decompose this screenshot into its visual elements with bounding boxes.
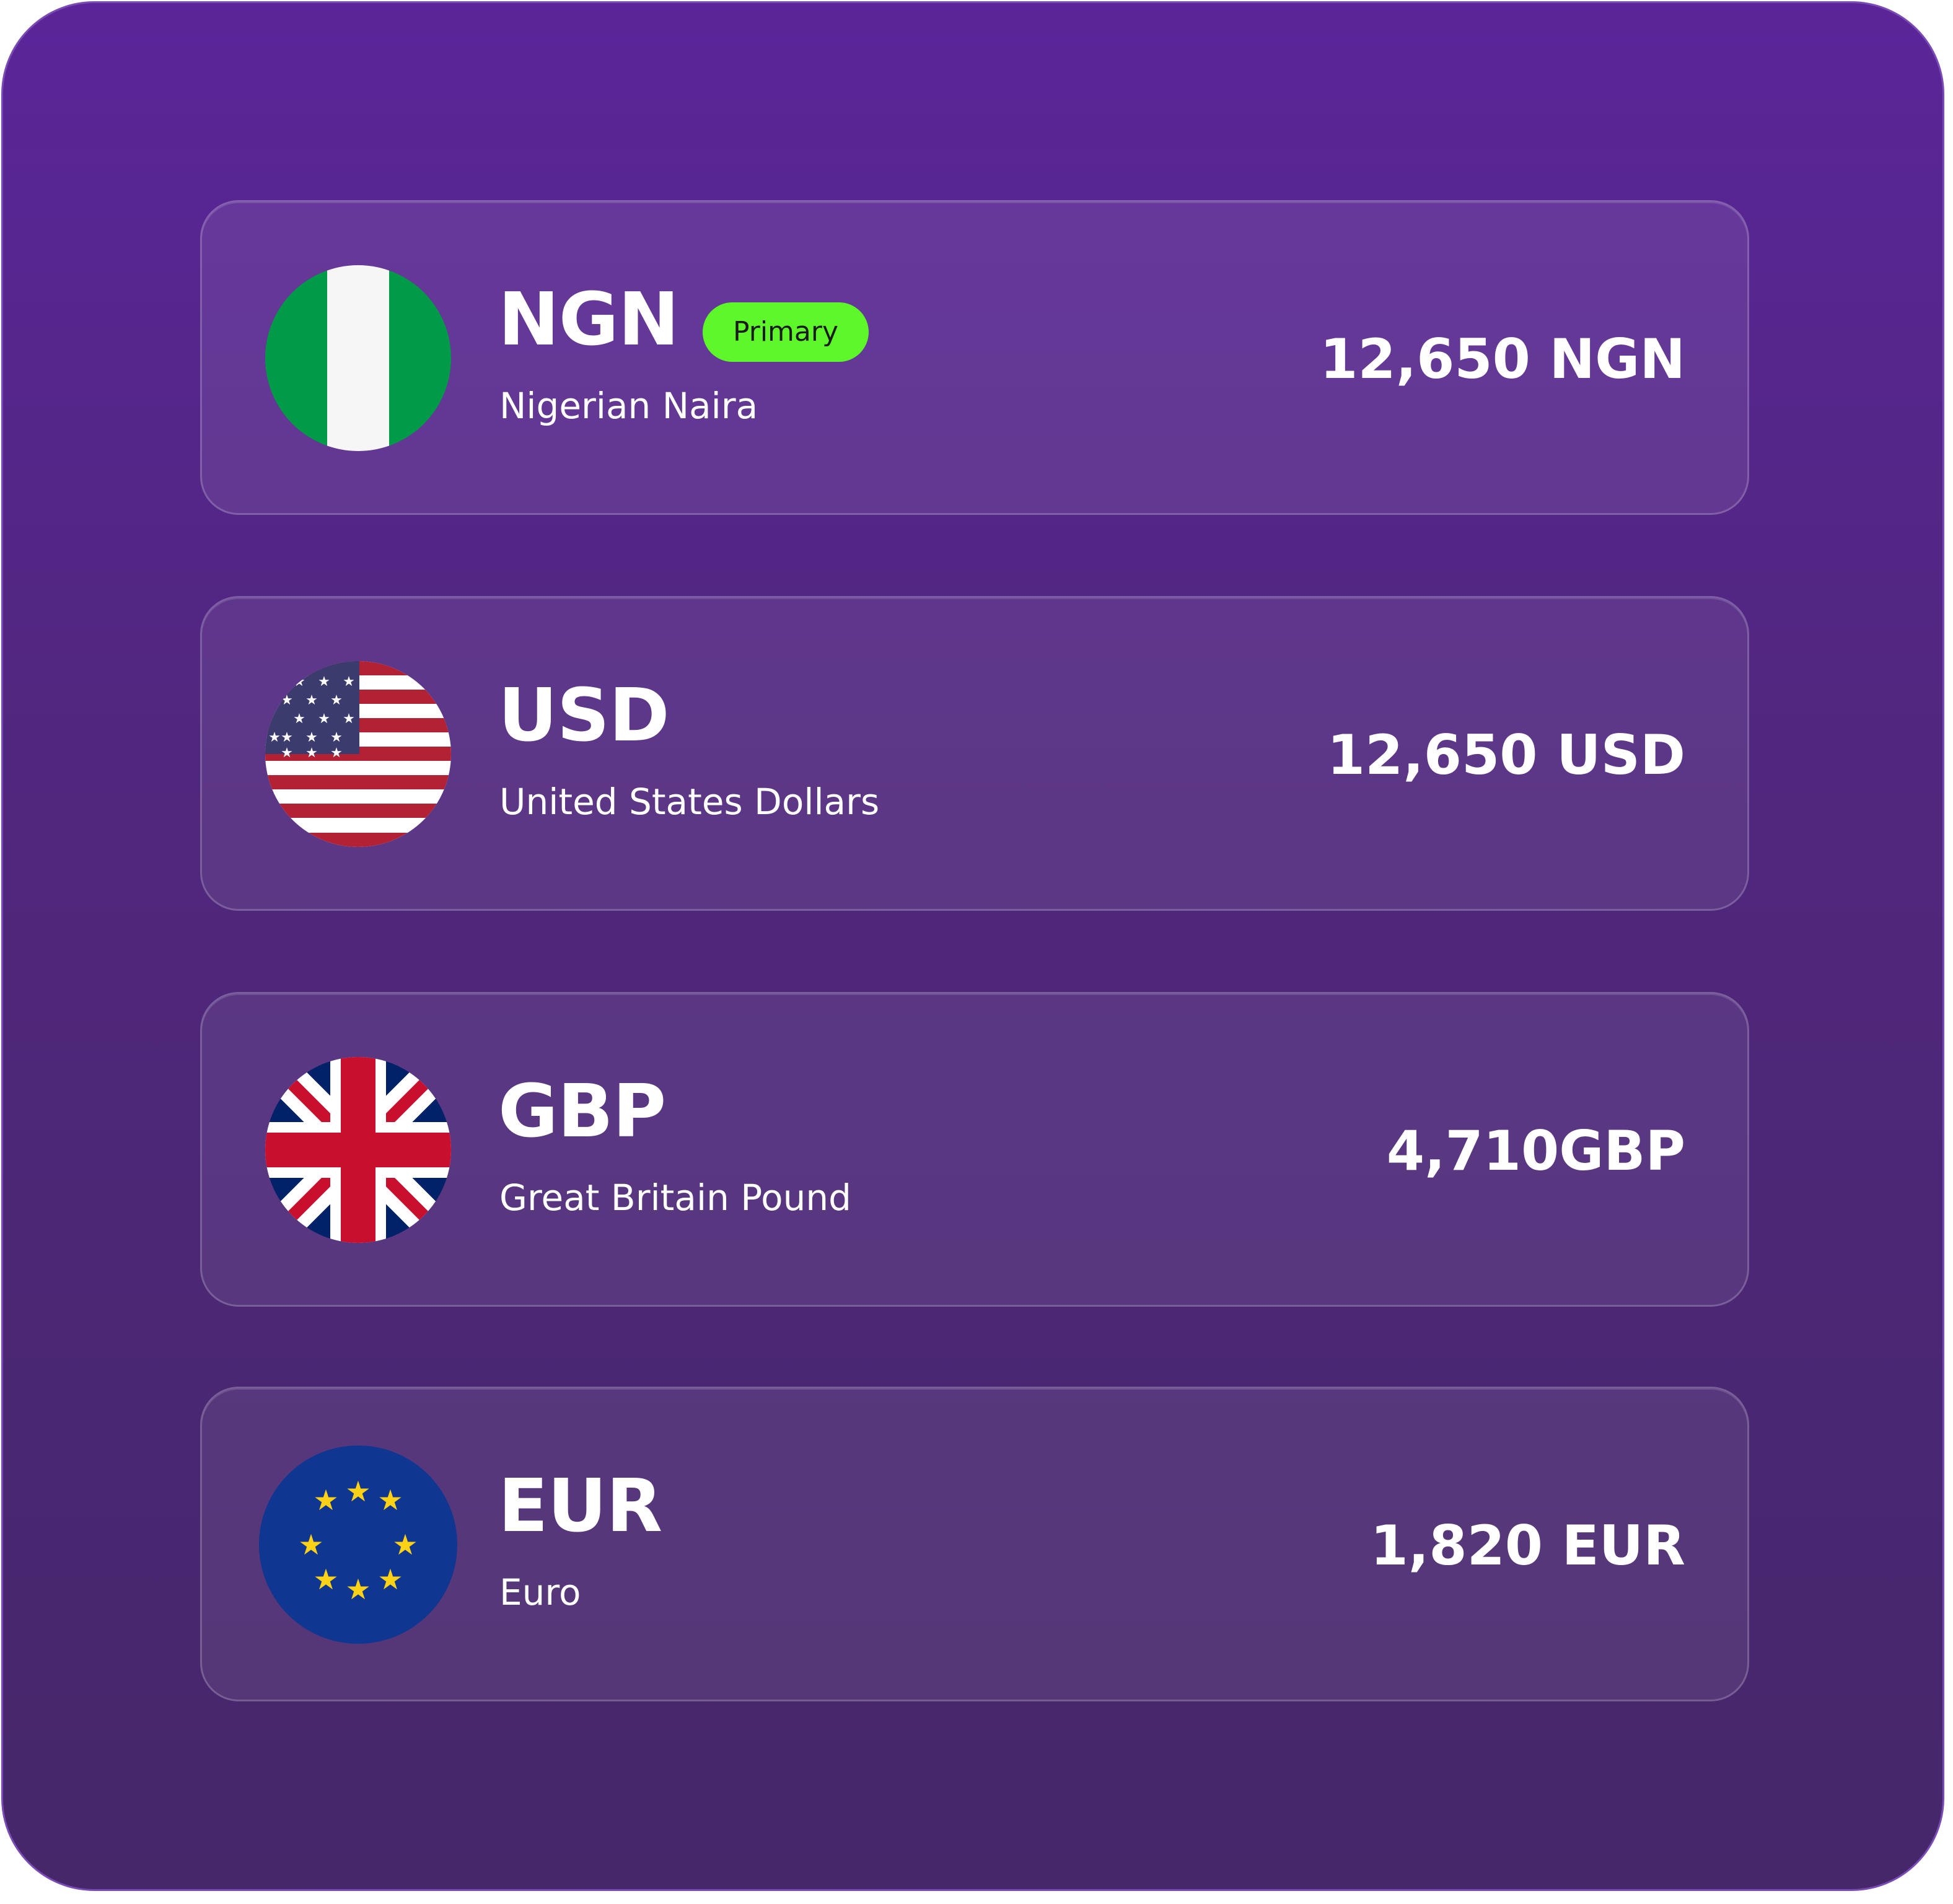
svg-text:★: ★ [343, 711, 355, 727]
svg-text:★: ★ [377, 1483, 403, 1517]
currency-balance: 4,710GBP [1386, 1119, 1685, 1183]
svg-text:★: ★ [345, 1573, 371, 1606]
uk-flag-icon [265, 1057, 451, 1243]
svg-text:★: ★ [293, 674, 305, 690]
currency-code: NGN [498, 276, 679, 362]
svg-text:★: ★ [330, 745, 343, 761]
currency-name: Nigerian Naira [499, 385, 758, 427]
svg-text:★: ★ [343, 674, 355, 690]
usa-flag-icon: ★ ★ ★ ★ ★ ★ ★ ★ ★ ★ ★ ★ ★ ★ ★ ★ [265, 661, 451, 847]
svg-text:★: ★ [305, 693, 318, 708]
svg-text:★: ★ [330, 693, 343, 708]
svg-text:★: ★ [281, 730, 293, 745]
currency-balance: 1,820 EUR [1370, 1514, 1685, 1577]
currency-balance: 12,650 NGN [1320, 327, 1685, 391]
currency-accounts-panel: NGN Primary Nigerian Naira 12,650 NGN ★ … [1, 1, 1944, 1891]
svg-text:★: ★ [281, 745, 293, 761]
eu-flag-icon: ★ ★ ★ ★ ★ ★ ★ ★ [259, 1446, 457, 1644]
svg-text:★: ★ [345, 1475, 371, 1508]
currency-balance: 12,650 USD [1327, 723, 1685, 787]
currency-code: GBP [498, 1068, 666, 1154]
svg-text:★: ★ [330, 730, 343, 745]
currency-name: Great Britain Pound [499, 1177, 851, 1219]
svg-text:★: ★ [293, 711, 305, 727]
svg-text:★: ★ [313, 1483, 338, 1517]
svg-text:★: ★ [305, 745, 318, 761]
svg-text:★: ★ [313, 1563, 338, 1596]
svg-text:★: ★ [281, 693, 293, 708]
svg-text:★: ★ [298, 1528, 323, 1561]
svg-text:★: ★ [318, 674, 330, 690]
svg-text:★: ★ [305, 730, 318, 745]
currency-card-usd[interactable]: ★ ★ ★ ★ ★ ★ ★ ★ ★ ★ ★ ★ ★ ★ ★ ★ USD United States D… [200, 596, 1749, 911]
svg-text:★: ★ [318, 711, 330, 727]
currency-card-ngn[interactable]: NGN Primary Nigerian Naira 12,650 NGN [200, 200, 1749, 515]
currency-code: EUR [498, 1463, 662, 1548]
svg-text:★: ★ [377, 1563, 403, 1596]
currency-name: United States Dollars [499, 781, 880, 823]
nigeria-flag-icon [265, 265, 451, 451]
currency-code: USD [498, 672, 670, 758]
currency-name: Euro [499, 1571, 581, 1613]
primary-badge: Primary [703, 302, 869, 362]
svg-text:★: ★ [392, 1528, 418, 1561]
currency-card-eur[interactable]: ★ ★ ★ ★ ★ ★ ★ ★ EUR Euro 1,820 EUR [200, 1387, 1749, 1701]
svg-text:★: ★ [268, 730, 281, 745]
currency-card-gbp[interactable]: GBP Great Britain Pound 4,710GBP [200, 992, 1749, 1307]
